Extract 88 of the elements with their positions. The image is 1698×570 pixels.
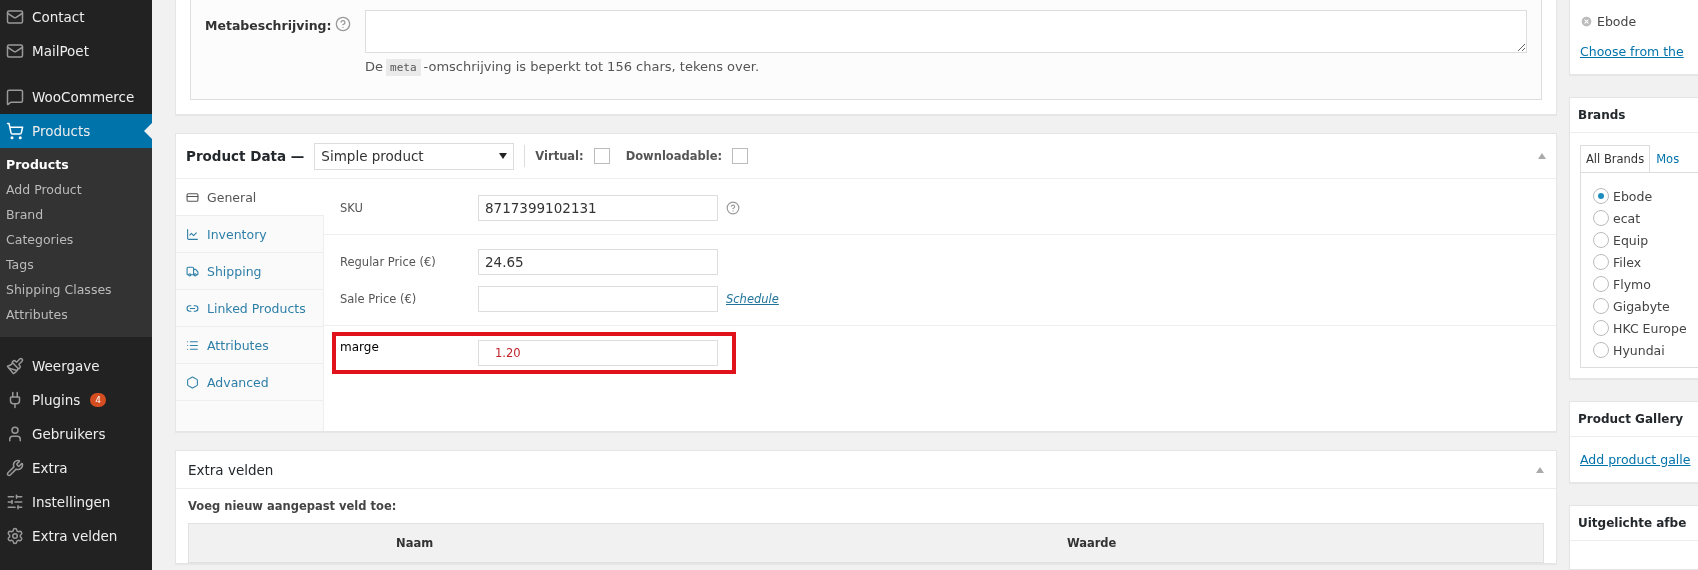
input-field[interactable]: 24.65 — [478, 248, 718, 275]
submenu-item[interactable]: Categories — [0, 227, 152, 252]
panel-title: Extra velden — [188, 461, 274, 478]
menu-icon — [6, 459, 24, 477]
tab-icon — [186, 190, 199, 204]
panel-title: Product Data — — [186, 148, 305, 164]
field-label: Metabeschrijving: — [205, 17, 333, 35]
menu-label: Instellingen — [32, 494, 111, 510]
brand-label: ecat — [1613, 210, 1641, 226]
submenu-item[interactable]: Add Product — [0, 177, 152, 202]
checkbox[interactable] — [732, 148, 749, 164]
menu-label: Weergave — [32, 358, 100, 374]
help-icon[interactable] — [335, 16, 351, 32]
submenu-item[interactable]: Brand — [0, 202, 152, 227]
collapse-icon[interactable] — [1536, 466, 1544, 473]
panel-title: Product Gallery — [1570, 402, 1698, 437]
menu-label: WooCommerce — [32, 89, 135, 105]
menu-item[interactable]: MailPoet — [0, 34, 152, 68]
option-label: Downloadable: — [625, 149, 723, 163]
option-label: Virtual: — [535, 149, 584, 163]
menu-item[interactable]: Instellingen — [0, 485, 152, 519]
submenu-item[interactable]: Products — [0, 152, 152, 177]
brand-label: Hyundai — [1613, 342, 1665, 358]
field-label: SKU — [340, 200, 364, 215]
caret-icon — [499, 153, 508, 159]
menu-item[interactable]: WooCommerce — [0, 80, 152, 114]
tag-label: Ebode — [1597, 14, 1637, 29]
field-label: Regular Price (€) — [340, 254, 437, 269]
schedule-link[interactable]: Schedule — [726, 291, 779, 306]
brand-label: Equip — [1613, 232, 1649, 248]
menu-label: MailPoet — [32, 43, 89, 59]
menu-icon — [6, 527, 24, 545]
product-type-select[interactable]: Simple product — [314, 142, 515, 170]
submenu-item[interactable]: Attributes — [0, 302, 152, 327]
description-field[interactable] — [365, 10, 1527, 53]
menu-item[interactable]: Extra — [0, 451, 152, 485]
tab-icon — [186, 338, 199, 352]
submenu-item[interactable]: Shipping Classes — [0, 277, 152, 302]
panel-title: Uitgelichte afbe — [1570, 506, 1698, 541]
input-field[interactable] — [478, 285, 718, 312]
brand-label: Flymo — [1613, 276, 1651, 292]
panel-title: Brands — [1570, 98, 1698, 133]
menu-item[interactable]: Products — [0, 114, 152, 148]
menu-icon — [6, 88, 24, 106]
menu-label: Products — [32, 123, 91, 139]
field-hint: De meta -omschrijving is beperkt tot 156 chars, tekens over. — [365, 59, 761, 74]
field-label: Sale Price (€) — [340, 291, 418, 306]
menu-label: Plugins — [32, 392, 81, 408]
column-header: Naam — [395, 536, 435, 550]
menu-item[interactable]: Plugins 4 — [0, 383, 152, 417]
menu-label: Extra — [32, 460, 68, 476]
menu-icon — [6, 425, 24, 443]
menu-label: Extra velden — [32, 528, 118, 544]
menu-icon — [6, 42, 24, 60]
menu-icon — [6, 122, 24, 140]
brand-label: Filex — [1613, 254, 1642, 270]
submenu-item[interactable]: Tags — [0, 252, 152, 277]
tab-icon — [186, 375, 199, 389]
remove-icon[interactable] — [1580, 15, 1593, 28]
section-label: Voeg nieuw aangepast veld toe: — [187, 498, 398, 515]
menu-item[interactable]: Extra velden — [0, 519, 152, 553]
menu-item[interactable]: Weergave — [0, 349, 152, 383]
menu-item[interactable]: Contact — [0, 0, 152, 34]
product-tab[interactable]: General — [176, 179, 324, 216]
menu-item[interactable]: Gebruikers — [0, 417, 152, 451]
column-header: Waarde — [1065, 536, 1118, 550]
brand-tab[interactable]: Mos — [1650, 145, 1686, 172]
brand-label: HKC Europe — [1613, 320, 1687, 336]
menu-label: Contact — [32, 9, 85, 25]
brand-label: Gigabyte — [1613, 298, 1670, 314]
help-icon[interactable] — [726, 200, 740, 215]
menu-icon — [6, 8, 24, 26]
add-gallery-link[interactable]: Add product galle — [1580, 452, 1691, 467]
brand-tab[interactable]: All Brands — [1580, 145, 1651, 172]
collapse-icon[interactable] — [1538, 153, 1546, 159]
input-field[interactable]: 8717399102131 — [478, 194, 718, 221]
input-field[interactable]: 1.20 — [478, 340, 718, 366]
menu-icon — [6, 357, 24, 375]
menu-label: Gebruikers — [32, 426, 106, 442]
brand-label: Ebode — [1613, 188, 1653, 204]
current-pointer — [144, 123, 152, 139]
choose-link[interactable]: Choose from the — [1580, 44, 1684, 59]
update-count-badge: 4 — [90, 393, 107, 407]
tab-icon — [186, 264, 199, 278]
field-label: marge — [340, 339, 380, 354]
tab-icon — [186, 227, 199, 241]
menu-icon — [6, 493, 24, 511]
checkbox[interactable] — [593, 148, 610, 164]
